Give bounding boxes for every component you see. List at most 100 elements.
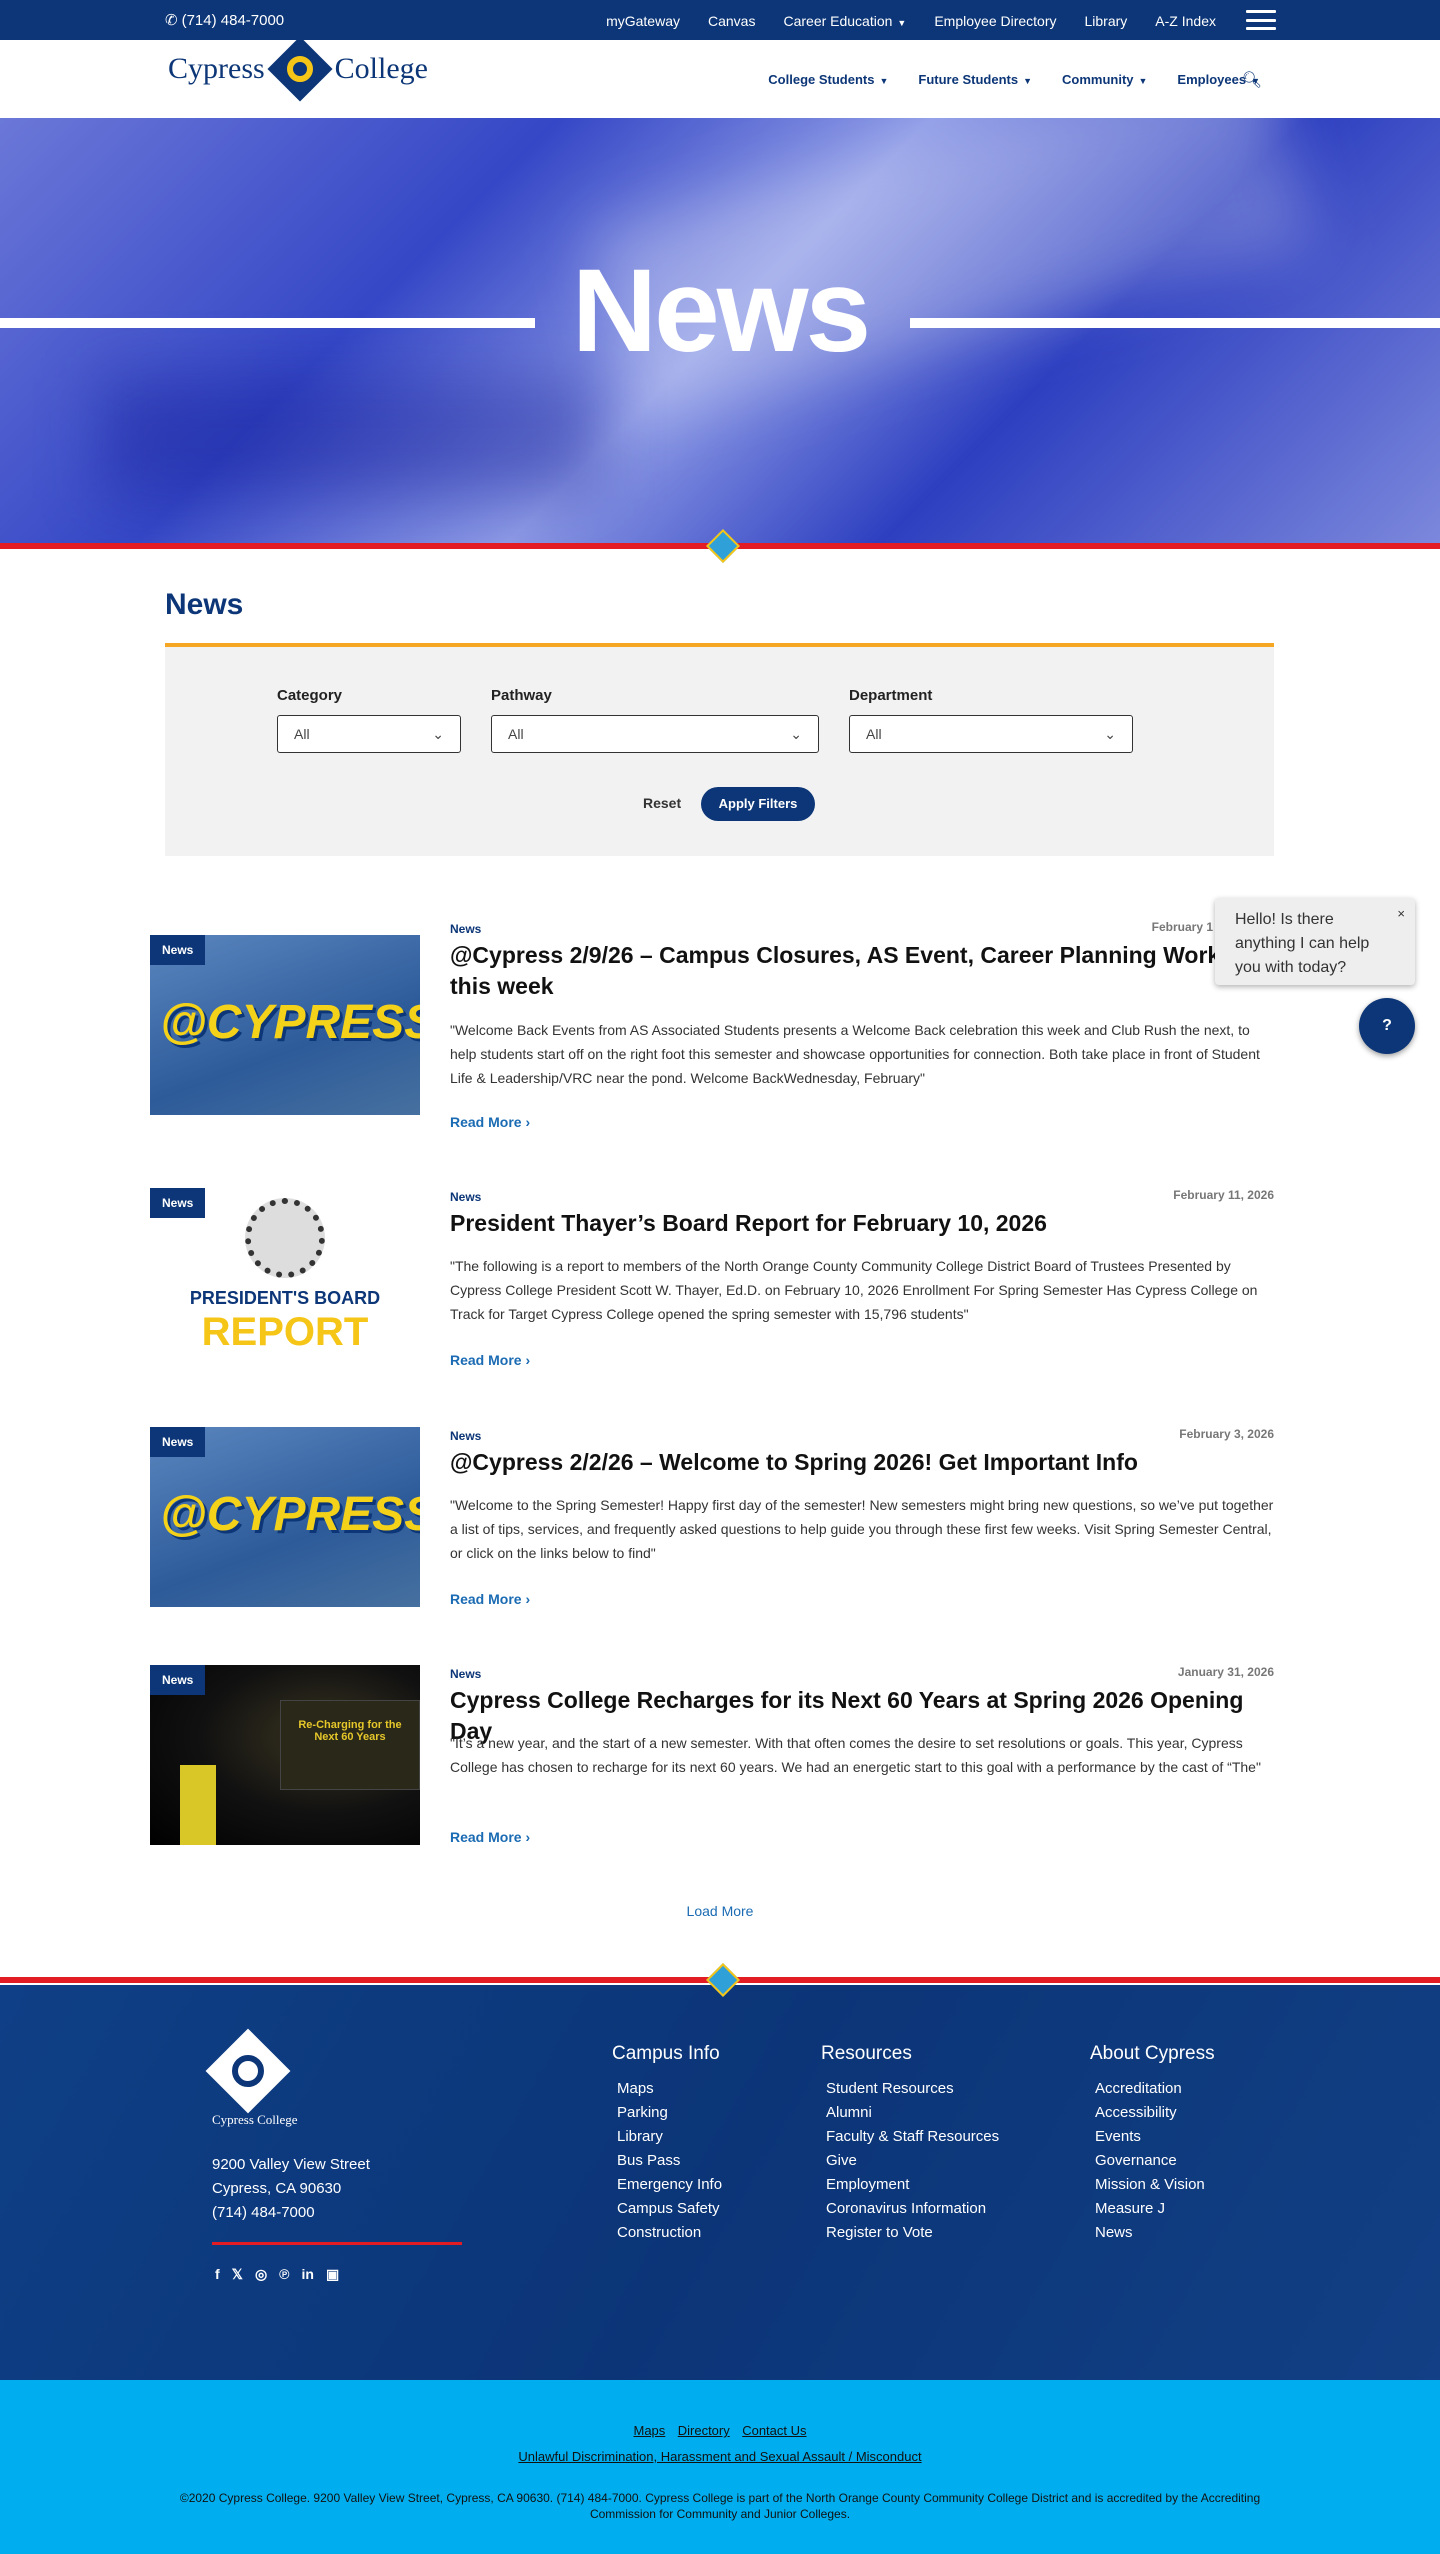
library-link[interactable]: Library [1085, 13, 1128, 29]
chat-help-button[interactable]: ? [1359, 998, 1415, 1054]
article-category[interactable]: News [450, 922, 481, 936]
career-education-dropdown[interactable]: Career Education ▼ [783, 13, 906, 29]
article-date: January 31, 2026 [1177, 1665, 1274, 1679]
main-header: Cypress College College Students ▼ Future… [0, 36, 1440, 118]
reset-button[interactable]: Reset [643, 795, 681, 811]
footer-col-campus-info: Campus Info Maps Parking Library Bus Pass Em… [612, 2043, 722, 2245]
footer-link[interactable]: Events [1095, 2125, 1215, 2149]
facebook-icon[interactable]: f [215, 2266, 220, 2283]
read-more-link[interactable]: Read More › [450, 1829, 530, 1845]
footer-link[interactable]: Emergency Info [617, 2173, 722, 2197]
youtube-icon[interactable]: ▣ [326, 2266, 339, 2283]
bottom-contact-link[interactable]: Contact Us [742, 2423, 806, 2438]
footer-logo-icon[interactable] [205, 2028, 291, 2114]
footer-link[interactable]: Governance [1095, 2149, 1215, 2173]
instagram-icon[interactable]: ◎ [255, 2266, 267, 2283]
linkedin-icon[interactable]: in [302, 2266, 314, 2283]
article-excerpt: "Welcome to the Spring Semester! Happy f… [450, 1497, 1274, 1561]
bottom-directory-link[interactable]: Directory [678, 2423, 730, 2438]
employee-directory-link[interactable]: Employee Directory [934, 13, 1056, 29]
department-select[interactable]: All ⌄ [849, 715, 1133, 753]
nav-future-students[interactable]: Future Students ▼ [918, 72, 1032, 87]
footer-link[interactable]: Measure J [1095, 2197, 1215, 2221]
category-badge: News [150, 935, 206, 965]
article-category[interactable]: News [450, 1429, 481, 1443]
footer-address: 9200 Valley View Street Cypress, CA 90630… [212, 2156, 370, 2221]
seal-icon [245, 1198, 325, 1278]
footer-link[interactable]: Give [826, 2149, 999, 2173]
pinterest-icon[interactable]: ℗ [279, 2266, 289, 2283]
mygateway-link[interactable]: myGateway [606, 13, 680, 29]
footer-link[interactable]: News [1095, 2221, 1215, 2245]
article-image[interactable]: Re-Charging for the Next 60 Years News [150, 1665, 420, 1845]
footer-link[interactable]: Faculty & Staff Resources [826, 2125, 999, 2149]
hero-title: News [571, 245, 871, 377]
article-category[interactable]: News [450, 1190, 481, 1204]
pathway-label: Pathway [491, 687, 552, 704]
nav-community[interactable]: Community ▼ [1062, 72, 1147, 87]
policy-link[interactable]: Unlawful Discrimination, Harassment and … [518, 2449, 921, 2464]
pathway-select[interactable]: All ⌄ [491, 715, 819, 753]
load-more-button[interactable]: Load More [0, 1903, 1440, 1919]
footer-link[interactable]: Alumni [826, 2101, 999, 2125]
footer-link[interactable]: Bus Pass [617, 2149, 722, 2173]
footer-link[interactable]: Mission & Vision [1095, 2173, 1215, 2197]
article-excerpt: "Welcome Back Events from AS Associated … [450, 1022, 1260, 1086]
footer-link[interactable]: Campus Safety [617, 2197, 722, 2221]
social-links: f 𝕏 ◎ ℗ in ▣ [215, 2266, 339, 2283]
filter-panel: Category All ⌄ Pathway All ⌄ Department Al… [165, 643, 1274, 856]
footer-link[interactable]: Coronavirus Information [826, 2197, 999, 2221]
x-icon[interactable]: 𝕏 [232, 2266, 243, 2283]
footer-link[interactable]: Construction [617, 2221, 722, 2245]
chevron-down-icon: ⌄ [432, 726, 444, 742]
read-more-link[interactable]: Read More › [450, 1591, 530, 1607]
footer-link[interactable]: Library [617, 2125, 722, 2149]
phone-link[interactable]: ✆ (714) 484-7000 [165, 11, 284, 30]
az-index-link[interactable]: A-Z Index [1155, 13, 1216, 29]
footer-link[interactable]: Student Resources [826, 2077, 999, 2101]
article-title[interactable]: @Cypress 2/9/26 – Campus Closures, AS Ev… [450, 940, 1310, 1002]
footer-link[interactable]: Accreditation [1095, 2077, 1215, 2101]
article-title[interactable]: President Thayer’s Board Report for Febr… [450, 1208, 1274, 1239]
footer-link[interactable]: Maps [617, 2077, 722, 2101]
footer-link[interactable]: Parking [617, 2101, 722, 2125]
footer-link[interactable]: Register to Vote [826, 2221, 999, 2245]
read-more-link[interactable]: Read More › [450, 1352, 530, 1368]
category-badge: News [150, 1665, 206, 1695]
footer-link[interactable]: Accessibility [1095, 2101, 1215, 2125]
category-label: Category [277, 687, 343, 704]
article-excerpt: "The following is a report to members of… [450, 1258, 1258, 1322]
bottom-links: Maps Directory Contact Us [0, 2380, 1440, 2440]
news-item: @CYPRESS News News February 1 @Cypress 2/… [150, 920, 1282, 1130]
hero-banner: News [0, 118, 1440, 543]
hamburger-menu-icon[interactable] [1246, 10, 1276, 30]
bottom-maps-link[interactable]: Maps [633, 2423, 665, 2438]
footer-col-about: About Cypress Accreditation Accessibility… [1090, 2043, 1215, 2245]
search-icon[interactable]: 🔍︎ [1242, 70, 1262, 90]
category-select[interactable]: All ⌄ [277, 715, 461, 753]
article-image[interactable]: PRESIDENT'S BOARD REPORT News [150, 1188, 420, 1368]
apply-filters-button[interactable]: Apply Filters [701, 787, 815, 821]
chevron-right-icon: › [525, 1114, 531, 1130]
chevron-right-icon: › [525, 1352, 531, 1368]
footer-link[interactable]: Employment [826, 2173, 999, 2197]
phone-icon: ✆ [165, 12, 178, 29]
department-label: Department [849, 687, 933, 704]
news-item: Re-Charging for the Next 60 Years News Ne… [150, 1665, 1274, 1865]
utility-bar: ✆ (714) 484-7000 myGateway Canvas Career … [0, 0, 1440, 40]
nav-college-students[interactable]: College Students ▼ [768, 72, 888, 87]
close-icon[interactable]: × [1397, 902, 1405, 926]
article-image[interactable]: @CYPRESS News [150, 935, 420, 1115]
footer: Cypress College 9200 Valley View Street C… [0, 1985, 1440, 2380]
canvas-link[interactable]: Canvas [708, 13, 755, 29]
article-date: February 3, 2026 [1179, 1427, 1274, 1441]
article-image[interactable]: @CYPRESS News [150, 1427, 420, 1607]
article-category[interactable]: News [450, 1667, 481, 1681]
read-more-link[interactable]: Read More › [450, 1114, 530, 1130]
college-logo[interactable]: Cypress College [168, 36, 428, 102]
article-date: February 11, 2026 [1173, 1188, 1274, 1202]
news-item: PRESIDENT'S BOARD REPORT News News Februar… [150, 1188, 1274, 1388]
article-title[interactable]: @Cypress 2/2/26 – Welcome to Spring 2026… [450, 1447, 1274, 1478]
chevron-down-icon: ⌄ [790, 726, 802, 742]
footer-col-resources: Resources Student Resources Alumni Faculty… [821, 2043, 999, 2245]
